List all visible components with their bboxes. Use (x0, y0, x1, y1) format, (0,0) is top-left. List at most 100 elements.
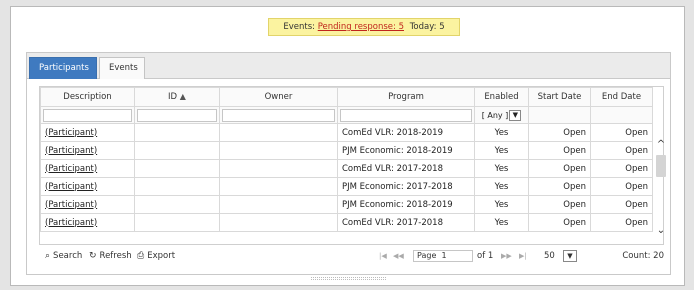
search-button[interactable]: ⌕ Search (45, 246, 82, 266)
cell-program: PJM Economic: 2017-2018 (342, 181, 453, 192)
cell-start-date: Open (563, 127, 586, 138)
cell-start-date: Open (563, 217, 586, 228)
search-label: Search (53, 251, 83, 261)
filter-description-input[interactable] (43, 108, 132, 122)
filter-program-input[interactable] (340, 108, 472, 122)
page-size-dropdown[interactable]: ▼ (563, 250, 577, 262)
cell-program-cell: PJM Economic: 2018-2019 (337, 195, 475, 214)
table-row[interactable]: (Participant) PJM Economic: 2017-2018 Yes O… (40, 177, 653, 196)
tab-participants[interactable]: Participants (29, 57, 97, 79)
resize-handle[interactable] (311, 277, 386, 280)
cell-description[interactable]: (Participant) (45, 218, 97, 228)
prev-page-icon[interactable]: ◀◀ (393, 246, 404, 266)
table-row[interactable]: (Participant) PJM Economic: 2018-2019 Yes O… (40, 141, 653, 160)
pending-response-link[interactable]: Pending response: 5 (318, 22, 404, 32)
refresh-button[interactable]: ↻ Refresh (89, 246, 132, 266)
cell-start-date-cell: Open (528, 123, 591, 142)
cell-owner-cell (219, 123, 338, 142)
cell-program-cell: ComEd VLR: 2017-2018 (337, 159, 475, 178)
scroll-thumb[interactable] (656, 155, 666, 177)
cell-program: ComEd VLR: 2018-2019 (342, 127, 443, 138)
events-banner: Events: Pending response: 5 Today: 5 (268, 18, 460, 36)
record-count: Count: 20 (622, 251, 664, 261)
cell-owner-cell (219, 177, 338, 196)
col-header-owner[interactable]: Owner (219, 87, 338, 107)
first-page-icon[interactable]: |◀ (379, 246, 387, 266)
col-header-end-date[interactable]: End Date (590, 87, 653, 107)
page-total: of 1 (477, 251, 494, 261)
scroll-up-icon[interactable]: ^ (654, 139, 668, 151)
today-count: Today: 5 (409, 22, 445, 32)
last-page-icon[interactable]: ▶| (519, 246, 527, 266)
cell-id-cell (134, 141, 220, 160)
cell-enabled: Yes (494, 181, 509, 192)
cell-id-cell (134, 123, 220, 142)
cell-start-date-cell: Open (528, 141, 591, 160)
grid-scrollbar[interactable]: ^ ⌄ (654, 95, 668, 237)
cell-enabled-cell: Yes (474, 177, 529, 196)
cell-program: ComEd VLR: 2017-2018 (342, 163, 443, 174)
cell-end-date-cell: Open (590, 123, 653, 142)
cell-enabled-cell: Yes (474, 141, 529, 160)
cell-start-date: Open (563, 181, 586, 192)
col-header-program[interactable]: Program (337, 87, 475, 107)
col-header-start-date[interactable]: Start Date (528, 87, 591, 107)
cell-start-date: Open (563, 199, 586, 210)
grid-pager: ⌕ Search ↻ Refresh ⎙ Export |◀ ◀◀ Page 1 of… (39, 246, 664, 266)
app-window: Events: Pending response: 5 Today: 5 Par… (10, 6, 685, 286)
col-header-id-label: ID (168, 92, 178, 102)
cell-program-cell: PJM Economic: 2017-2018 (337, 177, 475, 196)
cell-owner-cell (219, 195, 338, 214)
col-header-id[interactable]: ID ▲ (134, 87, 220, 107)
cell-end-date-cell: Open (590, 141, 653, 160)
events-prefix: Events: (283, 22, 316, 32)
filter-row: [ Any ] ▼ (40, 106, 653, 124)
cell-enabled-cell: Yes (474, 159, 529, 178)
scroll-down-icon[interactable]: ⌄ (654, 225, 668, 237)
tab-events[interactable]: Events (99, 57, 145, 79)
col-header-description[interactable]: Description (40, 87, 135, 107)
cell-description[interactable]: (Participant) (45, 128, 97, 138)
filter-id-input[interactable] (137, 108, 217, 122)
cell-end-date-cell: Open (590, 177, 653, 196)
page-value: 1 (441, 251, 447, 260)
cell-description[interactable]: (Participant) (45, 146, 97, 156)
page-input[interactable]: Page 1 (413, 250, 473, 262)
filter-owner-input[interactable] (222, 108, 335, 122)
cell-description-cell: (Participant) (40, 213, 135, 232)
cell-enabled: Yes (494, 145, 509, 156)
export-button[interactable]: ⎙ Export (137, 246, 175, 266)
refresh-icon: ↻ (89, 251, 97, 261)
search-icon: ⌕ (45, 251, 51, 261)
cell-description[interactable]: (Participant) (45, 164, 97, 174)
cell-id-cell (134, 195, 220, 214)
cell-end-date: Open (625, 181, 648, 192)
cell-start-date-cell: Open (528, 213, 591, 232)
sort-asc-icon: ▲ (179, 92, 186, 101)
table-row[interactable]: (Participant) ComEd VLR: 2017-2018 Yes Open… (40, 159, 653, 178)
cell-enabled: Yes (494, 199, 509, 210)
cell-description-cell: (Participant) (40, 123, 135, 142)
next-page-icon[interactable]: ▶▶ (501, 246, 512, 266)
cell-end-date: Open (625, 163, 648, 174)
cell-description[interactable]: (Participant) (45, 182, 97, 192)
cell-description-cell: (Participant) (40, 159, 135, 178)
filter-enabled-value: [ Any ] (481, 110, 509, 120)
cell-enabled: Yes (494, 217, 509, 228)
cell-description-cell: (Participant) (40, 195, 135, 214)
cell-description[interactable]: (Participant) (45, 200, 97, 210)
table-row[interactable]: (Participant) ComEd VLR: 2017-2018 Yes Open… (40, 213, 653, 232)
table-row[interactable]: (Participant) ComEd VLR: 2018-2019 Yes Open… (40, 123, 653, 142)
cell-program: PJM Economic: 2018-2019 (342, 145, 453, 156)
col-header-enabled[interactable]: Enabled (474, 87, 529, 107)
cell-end-date-cell: Open (590, 195, 653, 214)
cell-id-cell (134, 177, 220, 196)
table-row[interactable]: (Participant) PJM Economic: 2018-2019 Yes O… (40, 195, 653, 214)
cell-enabled-cell: Yes (474, 123, 529, 142)
cell-id-cell (134, 213, 220, 232)
cell-program: ComEd VLR: 2017-2018 (342, 217, 443, 228)
refresh-label: Refresh (99, 251, 132, 261)
cell-start-date: Open (563, 145, 586, 156)
cell-end-date-cell: Open (590, 159, 653, 178)
filter-enabled-select[interactable]: [ Any ] ▼ (481, 109, 522, 121)
